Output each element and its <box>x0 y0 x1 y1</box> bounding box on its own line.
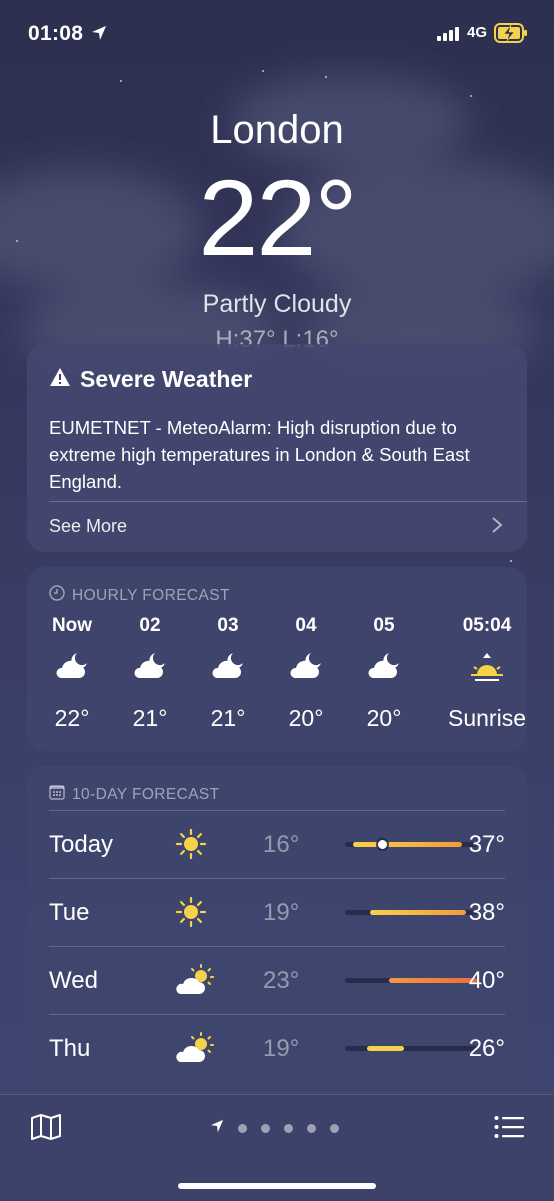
location-arrow-icon <box>91 25 107 46</box>
temp-range-bar <box>345 978 477 983</box>
temp-range-bar <box>345 840 477 849</box>
high-temp: 37° <box>468 831 505 858</box>
cloud-moon-icon <box>37 651 107 689</box>
day-label: Thu <box>49 1035 91 1062</box>
temp-range-fill <box>388 978 477 983</box>
network-type: 4G <box>467 24 488 41</box>
cloud-moon-icon <box>349 651 419 689</box>
hourly-temp: 20° <box>366 705 402 731</box>
hourly-temp: 20° <box>288 705 324 731</box>
low-temp: 19° <box>263 1035 300 1062</box>
hourly-temp: 21° <box>210 705 246 731</box>
high-temp: 38° <box>468 899 505 926</box>
page-dot[interactable] <box>238 1124 247 1133</box>
hourly-forecast-header-text: HOURLY FORECAST <box>72 586 230 604</box>
severe-weather-card[interactable]: Severe Weather EUMETNET - MeteoAlarm: Hi… <box>27 344 527 552</box>
hourly-time: 03 <box>217 615 239 636</box>
warning-icon <box>49 366 71 393</box>
sun-icon <box>175 896 207 933</box>
hourly-time: 02 <box>139 615 161 636</box>
day-row-thu[interactable]: Thu 19° 26° <box>49 1014 505 1083</box>
star <box>262 70 264 72</box>
hourly-time: Now <box>51 615 93 636</box>
current-condition: Partly Cloudy <box>202 290 352 318</box>
page-dot[interactable] <box>284 1124 293 1133</box>
hourly-item: 05:04 Sunrise <box>442 615 527 732</box>
hourly-time: 05:04 <box>462 615 512 636</box>
day-row-today[interactable]: Today 16° 37° <box>49 810 505 879</box>
map-icon[interactable] <box>30 1113 62 1146</box>
day-row-tue[interactable]: Tue 19° 38° <box>49 878 505 947</box>
severe-weather-title: Severe Weather <box>49 366 252 393</box>
home-indicator <box>178 1183 376 1189</box>
cloud-moon-icon <box>193 651 263 689</box>
day-label: Tue <box>49 899 90 926</box>
clock-icon <box>49 585 65 606</box>
low-temp: 23° <box>263 967 300 994</box>
temp-range-bar <box>345 910 477 915</box>
high-temp: 26° <box>468 1035 505 1062</box>
chevron-right-icon[interactable] <box>491 516 503 539</box>
cloud-sun-icon <box>175 1032 215 1069</box>
temp-range-fill <box>370 910 467 915</box>
hourly-item: 03 21° <box>193 615 263 732</box>
location-arrow-icon[interactable] <box>210 1119 224 1138</box>
status-time: 01:08 <box>28 22 84 45</box>
cloud-moon-icon <box>271 651 341 689</box>
ten-day-forecast-header-text: 10-DAY FORECAST <box>72 785 220 803</box>
hourly-forecast-header: HOURLY FORECAST <box>49 585 230 606</box>
hourly-item: 02 21° <box>115 615 185 732</box>
current-temp-marker <box>377 840 387 849</box>
divider <box>49 501 527 502</box>
low-temp: 16° <box>263 831 300 858</box>
sunrise-icon <box>442 651 527 689</box>
ten-day-forecast-card[interactable]: 10-DAY FORECAST Today 16° 37° Tue 19° 38° Wed 2… <box>27 766 527 1106</box>
star <box>120 80 122 82</box>
cloud-sun-icon <box>175 964 215 1001</box>
current-temperature: 22° <box>198 157 357 278</box>
status-bar: 01:08 4G <box>0 18 554 52</box>
temp-range-fill <box>367 1046 405 1051</box>
page-dot[interactable] <box>307 1124 316 1133</box>
day-row-wed[interactable]: Wed 23° 40° <box>49 946 505 1015</box>
ten-day-forecast-header: 10-DAY FORECAST <box>49 784 220 805</box>
page-indicator[interactable] <box>210 1119 339 1138</box>
hourly-time: 05 <box>373 615 395 636</box>
star <box>510 560 512 562</box>
temp-range-fill <box>352 842 463 847</box>
hourly-temp: Sunrise <box>448 705 526 731</box>
hourly-forecast-card[interactable]: HOURLY FORECAST Now 22° 02 21° 03 21° 04 20° 05 2… <box>27 567 527 751</box>
city-name: London <box>210 108 344 152</box>
hourly-item: Now 22° <box>37 615 107 732</box>
high-temp: 40° <box>468 967 505 994</box>
hourly-temp: 21° <box>132 705 168 731</box>
day-label: Today <box>49 831 114 858</box>
cloud-moon-icon <box>115 651 185 689</box>
page-dot[interactable] <box>330 1124 339 1133</box>
hourly-time: 04 <box>295 615 317 636</box>
sun-icon <box>175 828 207 865</box>
calendar-icon <box>49 784 65 805</box>
low-temp: 19° <box>263 899 300 926</box>
severe-weather-body: EUMETNET - MeteoAlarm: High disruption d… <box>49 417 470 492</box>
severe-weather-title-text: Severe Weather <box>80 366 253 392</box>
page-dot[interactable] <box>261 1124 270 1133</box>
star <box>325 76 327 78</box>
see-more-link[interactable]: See More <box>49 516 127 537</box>
star <box>470 95 472 97</box>
list-icon[interactable] <box>494 1115 524 1144</box>
hourly-item: 04 20° <box>271 615 341 732</box>
temp-range-bar <box>345 1046 477 1051</box>
hourly-item: 05 20° <box>349 615 419 732</box>
battery-charging-icon <box>494 23 528 48</box>
day-label: Wed <box>49 967 98 994</box>
hourly-temp: 22° <box>54 705 90 731</box>
signal-icon <box>437 27 459 46</box>
